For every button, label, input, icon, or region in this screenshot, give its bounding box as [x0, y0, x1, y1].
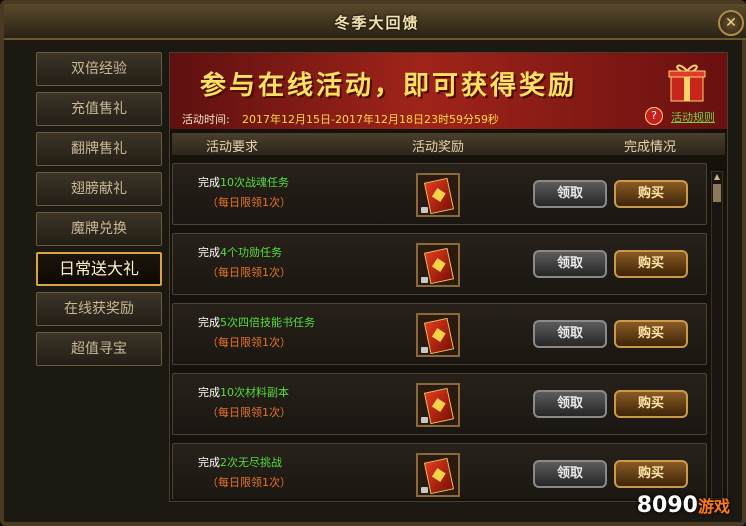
- banner-headline: 参与在线活动，即可获得奖励: [200, 71, 578, 101]
- reward-card-icon: [423, 457, 455, 495]
- reward-card-icon: [423, 317, 455, 355]
- sidebar-menu: 双倍经验 充值售礼 翻牌售礼 翅膀献礼 魔牌兑换 日常送大礼 在线获奖励 超值寻…: [34, 52, 166, 372]
- sidebar-item-magic-card-exchange[interactable]: 魔牌兑换: [36, 212, 162, 246]
- task-row: 完成4个功勋任务 （每日限领1次） 领取 购买: [172, 233, 707, 295]
- scroll-up-icon[interactable]: ▲: [712, 172, 722, 182]
- scrollbar[interactable]: ▲: [711, 171, 723, 499]
- task-target: 10次材料副本: [220, 386, 289, 399]
- sidebar-item-card-flip-gift[interactable]: 翻牌售礼: [36, 132, 162, 166]
- task-target: 10次战魂任务: [220, 176, 289, 189]
- task-limit: （每日限领1次）: [207, 336, 291, 349]
- task-description: 完成4个功勋任务: [198, 244, 282, 260]
- site-watermark: 8090游戏: [637, 493, 730, 518]
- task-limit: （每日限领1次）: [207, 476, 291, 489]
- sidebar-item-daily-gift[interactable]: 日常送大礼: [36, 252, 162, 286]
- task-prefix: 完成: [198, 456, 220, 469]
- window-title: 冬季大回馈: [334, 14, 420, 32]
- buy-button[interactable]: 购买: [614, 180, 688, 208]
- claim-button[interactable]: 领取: [533, 390, 607, 418]
- task-row: 完成10次材料副本 （每日限领1次） 领取 购买: [172, 373, 707, 435]
- task-limit: （每日限领1次）: [207, 406, 291, 419]
- watermark-suffix: 游戏: [697, 497, 730, 516]
- event-rules-link[interactable]: 活动规则: [671, 109, 715, 125]
- sidebar-item-double-exp[interactable]: 双倍经验: [36, 52, 162, 86]
- task-row: 完成5次四倍技能书任务 （每日限领1次） 领取 购买: [172, 303, 707, 365]
- task-list: 完成10次战魂任务 （每日限领1次） 领取 购买 完成4个功勋任务 （每日限领1…: [172, 163, 707, 499]
- task-row: 完成10次战魂任务 （每日限领1次） 领取 购买: [172, 163, 707, 225]
- sidebar-item-wing-gift[interactable]: 翅膀献礼: [36, 172, 162, 206]
- reward-card-icon: [423, 247, 455, 285]
- reward-card-icon: [423, 387, 455, 425]
- task-row: 完成2次无尽挑战 （每日限领1次） 领取 购买: [172, 443, 707, 499]
- lock-icon: [421, 207, 428, 213]
- reward-item[interactable]: [416, 383, 460, 427]
- lock-icon: [421, 277, 428, 283]
- reward-card-icon: [423, 177, 455, 215]
- help-icon[interactable]: ?: [645, 107, 663, 125]
- close-icon[interactable]: ✕: [718, 10, 744, 36]
- task-target: 4个功勋任务: [220, 246, 282, 259]
- claim-button[interactable]: 领取: [533, 250, 607, 278]
- task-limit: （每日限领1次）: [207, 266, 291, 279]
- task-prefix: 完成: [198, 386, 220, 399]
- claim-button[interactable]: 领取: [533, 460, 607, 488]
- sidebar-item-treasure-hunt[interactable]: 超值寻宝: [36, 332, 162, 366]
- column-reward: 活动奖励: [412, 140, 465, 155]
- task-target: 2次无尽挑战: [220, 456, 282, 469]
- lock-icon: [421, 487, 428, 493]
- task-limit: （每日限领1次）: [207, 196, 291, 209]
- sidebar-item-online-reward[interactable]: 在线获奖励: [36, 292, 162, 326]
- scrollbar-thumb[interactable]: [713, 184, 721, 202]
- task-prefix: 完成: [198, 176, 220, 189]
- column-header: 活动要求 活动奖励 完成情况: [172, 133, 725, 155]
- task-prefix: 完成: [198, 316, 220, 329]
- task-description: 完成10次材料副本: [198, 384, 289, 400]
- event-time-value: 2017年12月15日-2017年12月18日23时59分59秒: [242, 113, 499, 126]
- buy-button[interactable]: 购买: [614, 460, 688, 488]
- gift-box-icon: [668, 64, 706, 102]
- reward-item[interactable]: [416, 173, 460, 217]
- reward-item[interactable]: [416, 453, 460, 497]
- claim-button[interactable]: 领取: [533, 320, 607, 348]
- event-banner: 参与在线活动，即可获得奖励 活动时间: 2017年12月15日-2017年12月…: [170, 53, 727, 129]
- column-requirement: 活动要求: [206, 140, 259, 155]
- claim-button[interactable]: 领取: [533, 180, 607, 208]
- title-bar: 冬季大回馈 ✕: [4, 4, 746, 40]
- reward-item[interactable]: [416, 313, 460, 357]
- window-frame: 冬季大回馈 ✕ 双倍经验 充值售礼 翻牌售礼 翅膀献礼 魔牌兑换 日常送大礼 在…: [0, 0, 746, 526]
- event-time-label: 活动时间:: [182, 113, 230, 126]
- sidebar-item-recharge-gift[interactable]: 充值售礼: [36, 92, 162, 126]
- task-prefix: 完成: [198, 246, 220, 259]
- lock-icon: [421, 347, 428, 353]
- task-description: 完成5次四倍技能书任务: [198, 314, 315, 330]
- buy-button[interactable]: 购买: [614, 390, 688, 418]
- content-panel: 参与在线活动，即可获得奖励 活动时间: 2017年12月15日-2017年12月…: [169, 52, 728, 502]
- lock-icon: [421, 417, 428, 423]
- buy-button[interactable]: 购买: [614, 320, 688, 348]
- task-target: 5次四倍技能书任务: [220, 316, 315, 329]
- reward-item[interactable]: [416, 243, 460, 287]
- task-description: 完成2次无尽挑战: [198, 454, 282, 470]
- column-status: 完成情况: [624, 140, 677, 155]
- buy-button[interactable]: 购买: [614, 250, 688, 278]
- watermark-brand: 8090: [636, 493, 698, 518]
- task-description: 完成10次战魂任务: [198, 174, 289, 190]
